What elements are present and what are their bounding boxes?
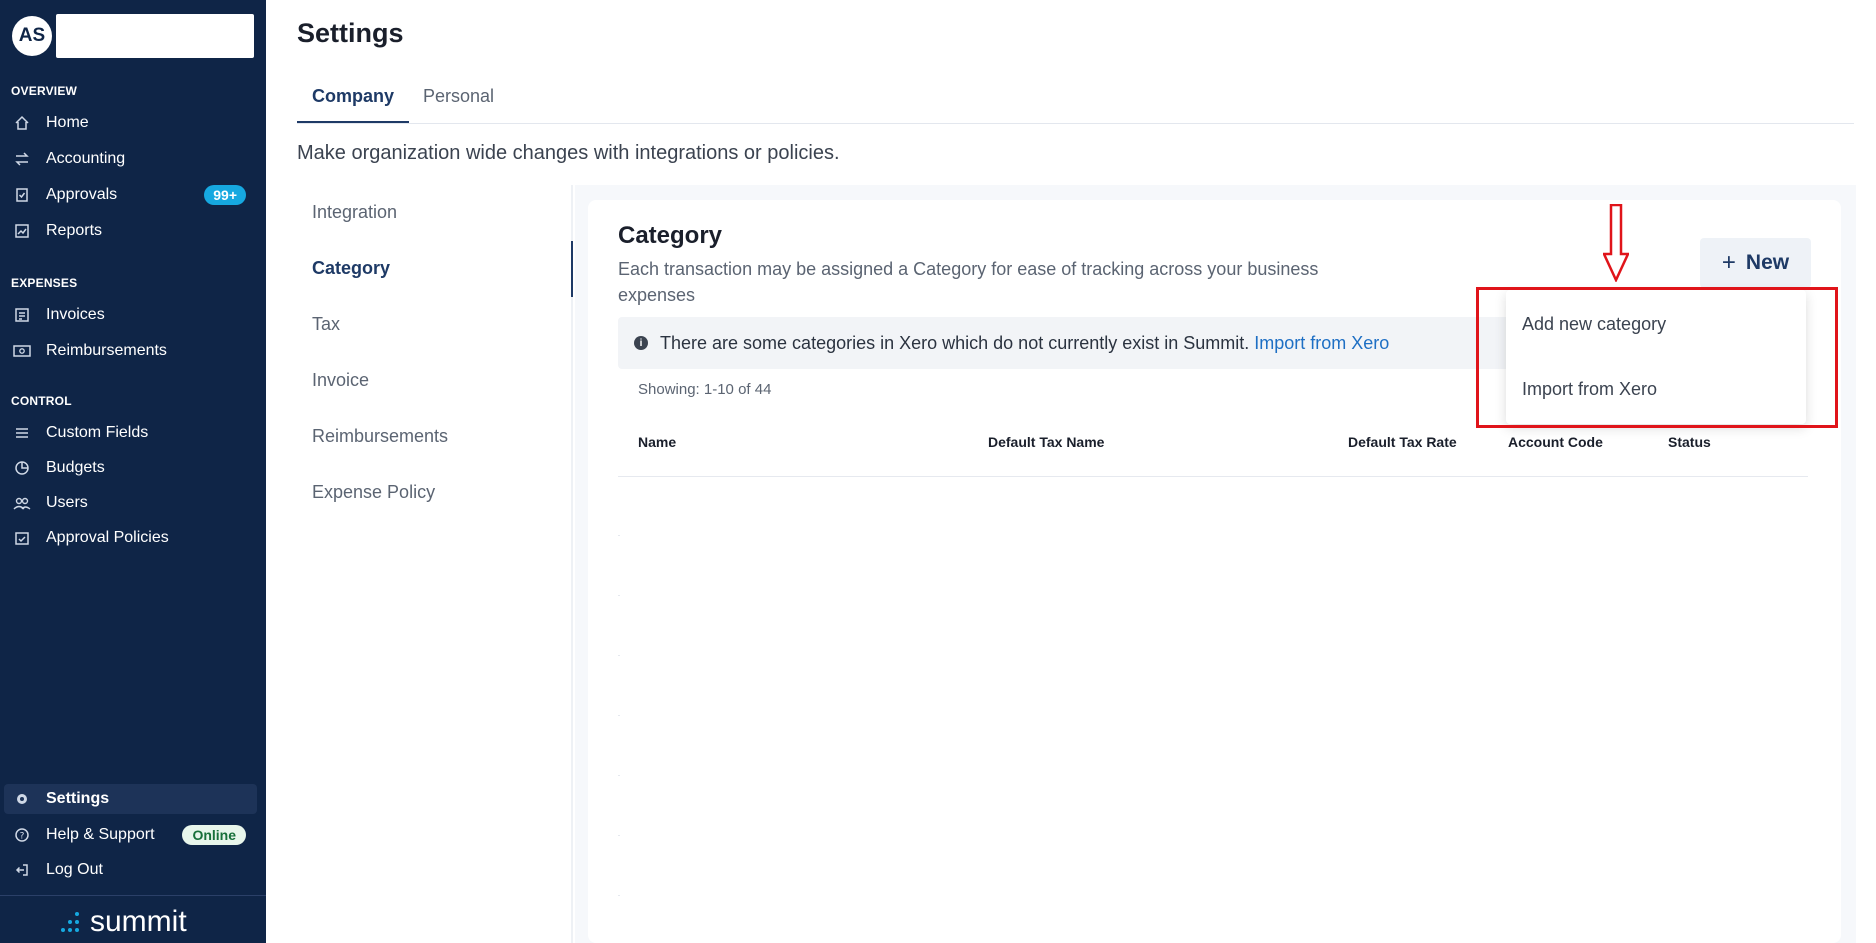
help-icon: ? xyxy=(12,825,32,845)
sidebar-divider xyxy=(0,895,266,896)
page-subtitle: Make organization wide changes with inte… xyxy=(297,142,840,164)
sidebar-item-label: Invoices xyxy=(46,306,105,323)
settings-nav-invoice[interactable]: Invoice xyxy=(312,370,369,391)
new-button[interactable]: + New xyxy=(1700,238,1811,288)
tab-personal[interactable]: Personal xyxy=(408,86,509,121)
section-overview: OVERVIEW xyxy=(11,84,78,98)
active-nav-indicator xyxy=(571,241,573,297)
home-icon xyxy=(12,113,32,133)
transfer-icon xyxy=(12,149,32,169)
sidebar-item-accounting[interactable]: Accounting xyxy=(0,144,266,174)
sidebar-item-label: Approvals xyxy=(46,186,118,203)
logo-text: summit xyxy=(90,905,187,938)
sidebar-item-label: Approval Policies xyxy=(46,529,169,546)
sidebar: AS OVERVIEW Home Accounting Approvals 99… xyxy=(0,0,266,943)
pagination-summary: Showing: 1-10 of 44 xyxy=(638,381,772,398)
sidebar-item-custom-fields[interactable]: Custom Fields xyxy=(0,418,266,448)
settings-nav-reimbursements[interactable]: Reimbursements xyxy=(312,426,448,447)
sidebar-item-budgets[interactable]: Budgets xyxy=(0,453,266,483)
settings-nav-category[interactable]: Category xyxy=(312,258,390,279)
gear-icon xyxy=(12,789,32,809)
policy-icon xyxy=(12,528,32,548)
column-header-name[interactable]: Name xyxy=(638,434,676,450)
logo-dots-icon xyxy=(61,912,79,932)
annotation-down-arrow-icon xyxy=(1603,204,1629,282)
chart-icon xyxy=(12,221,32,241)
table-row[interactable] xyxy=(618,775,620,776)
avatar[interactable]: AS xyxy=(12,16,52,56)
sidebar-item-label: Custom Fields xyxy=(46,424,149,441)
approvals-count-badge: 99+ xyxy=(204,185,246,205)
sidebar-item-approvals[interactable]: Approvals 99+ xyxy=(0,180,266,210)
sidebar-item-reports[interactable]: Reports xyxy=(0,216,266,246)
xero-info-banner: i There are some categories in Xero whic… xyxy=(618,317,1520,369)
settings-nav-expense-policy[interactable]: Expense Policy xyxy=(312,482,435,503)
column-header-default-tax-rate[interactable]: Default Tax Rate xyxy=(1348,434,1457,450)
category-title: Category xyxy=(618,222,723,249)
table-row[interactable] xyxy=(618,535,620,536)
sidebar-item-help-support[interactable]: ? Help & Support Online xyxy=(0,820,266,850)
sidebar-item-label: Home xyxy=(46,114,89,131)
sidebar-item-home[interactable]: Home xyxy=(0,108,266,138)
sidebar-item-log-out[interactable]: Log Out xyxy=(0,855,266,885)
section-control: CONTROL xyxy=(11,394,72,408)
organization-name-box[interactable] xyxy=(56,14,254,58)
sidebar-item-label: Help & Support xyxy=(46,826,155,843)
table-row[interactable] xyxy=(618,595,620,596)
cash-icon xyxy=(12,341,32,361)
import-from-xero-link[interactable]: Import from Xero xyxy=(1254,333,1389,354)
sidebar-item-reimbursements[interactable]: Reimbursements xyxy=(0,336,266,366)
sidebar-item-label: Accounting xyxy=(46,150,126,167)
sidebar-item-label: Reimbursements xyxy=(46,342,167,359)
column-header-status[interactable]: Status xyxy=(1668,434,1711,450)
tab-company[interactable]: Company xyxy=(297,86,410,123)
column-header-default-tax-name[interactable]: Default Tax Name xyxy=(988,434,1104,450)
sidebar-item-settings[interactable]: Settings xyxy=(4,784,257,814)
category-description: Each transaction may be assigned a Categ… xyxy=(618,259,1319,305)
sidebar-item-approval-policies[interactable]: Approval Policies xyxy=(0,523,266,553)
sidebar-item-users[interactable]: Users xyxy=(0,488,266,518)
new-button-label: New xyxy=(1745,251,1790,274)
users-icon xyxy=(12,493,32,513)
pie-chart-icon xyxy=(12,458,32,478)
table-row[interactable] xyxy=(618,715,620,716)
sidebar-item-label: Budgets xyxy=(46,459,105,476)
section-expenses: EXPENSES xyxy=(11,276,78,290)
annotation-highlight-box xyxy=(1476,287,1838,428)
settings-nav-integration[interactable]: Integration xyxy=(312,202,397,223)
page-title: Settings xyxy=(297,18,404,48)
table-row[interactable] xyxy=(618,895,620,896)
settings-nav-tax[interactable]: Tax xyxy=(312,314,340,335)
plus-icon: + xyxy=(1721,249,1736,276)
list-icon xyxy=(12,423,32,443)
online-status-badge: Online xyxy=(182,825,246,845)
sidebar-item-label: Reports xyxy=(46,222,103,239)
settings-tabs: Company Personal xyxy=(297,78,1854,124)
table-row[interactable] xyxy=(618,835,620,836)
summit-logo: summit xyxy=(58,905,187,939)
table-row[interactable] xyxy=(618,655,620,656)
sidebar-item-invoices[interactable]: Invoices xyxy=(0,300,266,330)
info-icon: i xyxy=(634,336,648,350)
clipboard-check-icon xyxy=(12,185,32,205)
settings-nav: Integration Category Tax Invoice Reimbur… xyxy=(297,185,573,943)
sidebar-item-label: Settings xyxy=(46,790,110,807)
sidebar-item-label: Log Out xyxy=(46,861,103,878)
sidebar-item-label: Users xyxy=(46,494,88,511)
sidebar-header: AS xyxy=(12,14,254,58)
invoice-icon xyxy=(12,305,32,325)
info-text: There are some categories in Xero which … xyxy=(660,332,1250,353)
svg-text:?: ? xyxy=(20,832,25,842)
logout-icon xyxy=(12,860,32,880)
column-header-account-code[interactable]: Account Code xyxy=(1508,434,1603,450)
table-header-divider xyxy=(618,476,1808,477)
